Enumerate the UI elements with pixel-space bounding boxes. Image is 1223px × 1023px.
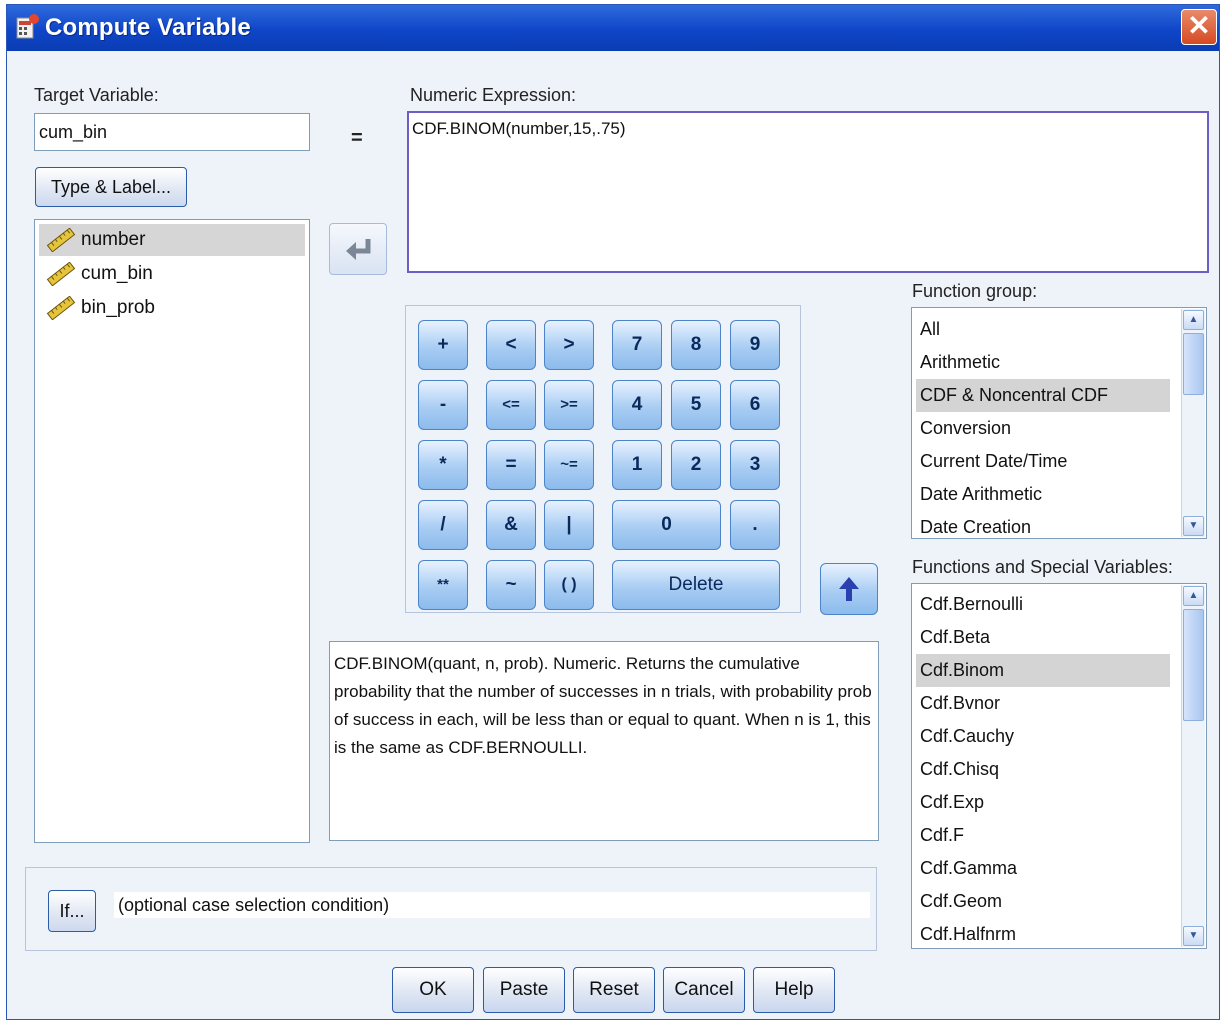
function-item-selected[interactable]: Cdf.Binom [916, 654, 1170, 687]
ruler-icon [46, 296, 76, 320]
variable-list[interactable]: number cum_bin bin_prob [34, 219, 310, 843]
key-8[interactable]: 8 [671, 320, 721, 370]
ruler-icon [46, 262, 76, 286]
key-decimal[interactable]: . [730, 500, 780, 550]
calculator-keypad: + < > 7 8 9 - <= >= 4 5 6 * = ~= 1 2 3 /… [405, 305, 801, 613]
key-not[interactable]: ~ [486, 560, 536, 610]
function-group-list[interactable]: All Arithmetic CDF & Noncentral CDF Conv… [911, 307, 1207, 539]
functions-scrollbar[interactable]: ▲ ▼ [1181, 585, 1205, 947]
numeric-expression-input[interactable]: CDF.BINOM(number,15,.75) [407, 111, 1209, 273]
function-item[interactable]: Cdf.Chisq [916, 753, 1170, 786]
key-parentheses[interactable]: ( ) [544, 560, 594, 610]
key-7[interactable]: 7 [612, 320, 662, 370]
ok-button[interactable]: OK [392, 967, 474, 1013]
key-1[interactable]: 1 [612, 440, 662, 490]
key-multiply[interactable]: * [418, 440, 468, 490]
key-or[interactable]: | [544, 500, 594, 550]
key-not-equal[interactable]: ~= [544, 440, 594, 490]
variable-item-number[interactable]: number [39, 224, 305, 256]
variable-item-cum-bin[interactable]: cum_bin [39, 258, 305, 290]
scroll-thumb[interactable] [1183, 333, 1204, 395]
function-group-item[interactable]: Date Creation [916, 511, 1170, 538]
function-group-item[interactable]: Conversion [916, 412, 1170, 445]
arrow-up-icon [839, 577, 859, 601]
calculator-app-icon [16, 14, 39, 39]
key-equals[interactable]: = [486, 440, 536, 490]
function-item[interactable]: Cdf.Geom [916, 885, 1170, 918]
variable-name: cum_bin [81, 263, 153, 284]
function-item[interactable]: Cdf.Bvnor [916, 687, 1170, 720]
scroll-up-icon[interactable]: ▲ [1183, 310, 1204, 330]
key-greater-than[interactable]: > [544, 320, 594, 370]
functions-list[interactable]: Cdf.Bernoulli Cdf.Beta Cdf.Binom Cdf.Bvn… [911, 583, 1207, 949]
type-and-label-button[interactable]: Type & Label... [35, 167, 187, 207]
key-less-equal[interactable]: <= [486, 380, 536, 430]
key-power[interactable]: ** [418, 560, 468, 610]
numeric-expression-label: Numeric Expression: [410, 85, 577, 105]
help-button[interactable]: Help [753, 967, 835, 1013]
function-item[interactable]: Cdf.F [916, 819, 1170, 852]
if-condition-panel: If... (optional case selection condition… [25, 867, 877, 951]
move-variable-button[interactable] [329, 223, 387, 275]
equals-sign: = [351, 127, 363, 149]
title-bar: Compute Variable ✕ [7, 5, 1219, 51]
function-group-scrollbar[interactable]: ▲ ▼ [1181, 309, 1205, 537]
if-button[interactable]: If... [48, 890, 96, 932]
key-plus[interactable]: + [418, 320, 468, 370]
function-group-label: Function group: [912, 281, 1038, 301]
paste-button[interactable]: Paste [483, 967, 565, 1013]
arrow-left-icon [346, 239, 371, 260]
key-minus[interactable]: - [418, 380, 468, 430]
functions-label: Functions and Special Variables: [912, 557, 1173, 577]
variable-name: number [81, 229, 146, 250]
function-item[interactable]: Cdf.Halfnrm [916, 918, 1170, 948]
close-icon: ✕ [1187, 10, 1211, 41]
key-6[interactable]: 6 [730, 380, 780, 430]
key-greater-equal[interactable]: >= [544, 380, 594, 430]
scroll-down-icon[interactable]: ▼ [1183, 516, 1204, 536]
key-4[interactable]: 4 [612, 380, 662, 430]
key-2[interactable]: 2 [671, 440, 721, 490]
function-group-item[interactable]: Current Date/Time [916, 445, 1170, 478]
delete-button[interactable]: Delete [612, 560, 780, 610]
scroll-down-icon[interactable]: ▼ [1183, 926, 1204, 946]
function-item[interactable]: Cdf.Bernoulli [916, 588, 1170, 621]
window-title: Compute Variable [45, 14, 251, 41]
scroll-up-icon[interactable]: ▲ [1183, 586, 1204, 606]
function-item[interactable]: Cdf.Beta [916, 621, 1170, 654]
key-divide[interactable]: / [418, 500, 468, 550]
close-button[interactable]: ✕ [1181, 9, 1217, 45]
variable-name: bin_prob [81, 297, 155, 318]
compute-variable-dialog: Compute Variable ✕ Target Variable: cum_… [6, 4, 1220, 1020]
scroll-thumb[interactable] [1183, 609, 1204, 721]
function-group-item[interactable]: Arithmetic [916, 346, 1170, 379]
target-variable-input[interactable]: cum_bin [34, 113, 310, 151]
ruler-icon [46, 228, 76, 252]
target-variable-label: Target Variable: [34, 85, 159, 105]
function-item[interactable]: Cdf.Exp [916, 786, 1170, 819]
if-condition-text: (optional case selection condition) [114, 892, 870, 918]
key-and[interactable]: & [486, 500, 536, 550]
function-item[interactable]: Cdf.Gamma [916, 852, 1170, 885]
key-9[interactable]: 9 [730, 320, 780, 370]
insert-function-button[interactable] [820, 563, 878, 615]
function-group-item[interactable]: Date Arithmetic [916, 478, 1170, 511]
function-description: CDF.BINOM(quant, n, prob). Numeric. Retu… [329, 641, 879, 841]
key-0[interactable]: 0 [612, 500, 721, 550]
function-group-item[interactable]: All [916, 313, 1170, 346]
function-item[interactable]: Cdf.Cauchy [916, 720, 1170, 753]
function-group-item-selected[interactable]: CDF & Noncentral CDF [916, 379, 1170, 412]
variable-item-bin-prob[interactable]: bin_prob [39, 292, 305, 324]
cancel-button[interactable]: Cancel [663, 967, 745, 1013]
key-3[interactable]: 3 [730, 440, 780, 490]
key-less-than[interactable]: < [486, 320, 536, 370]
reset-button[interactable]: Reset [573, 967, 655, 1013]
key-5[interactable]: 5 [671, 380, 721, 430]
